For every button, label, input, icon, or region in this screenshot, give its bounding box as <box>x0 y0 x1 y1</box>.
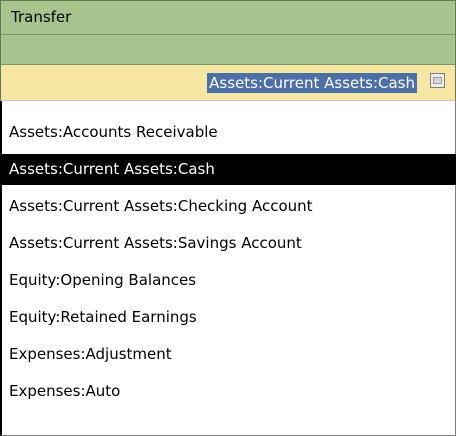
combo-dropdown-icon <box>433 77 442 84</box>
transfer-column-header: Transfer <box>0 0 456 35</box>
account-list-item-checking-account[interactable]: Assets:Current Assets:Checking Account <box>2 191 456 222</box>
transfer-register-fragment: Transfer Assets:Current Assets:Cash Asse… <box>0 0 456 436</box>
account-list-item-opening-balances[interactable]: Equity:Opening Balances <box>2 265 456 296</box>
account-list-item-adjustment[interactable]: Expenses:Adjustment <box>2 339 456 370</box>
account-list-item-auto[interactable]: Expenses:Auto <box>2 376 456 407</box>
account-list-item-savings-account[interactable]: Assets:Current Assets:Savings Account <box>2 228 456 259</box>
account-list-item-retained-earnings[interactable]: Equity:Retained Earnings <box>2 302 456 333</box>
transfer-account-value[interactable]: Assets:Current Assets:Cash <box>207 73 417 93</box>
account-list-item-accounts-receivable[interactable]: Assets:Accounts Receivable <box>2 117 456 148</box>
account-list-item-current-assets-cash[interactable]: Assets:Current Assets:Cash <box>2 154 456 185</box>
transfer-account-dropdown-list[interactable]: Assets:Accounts Receivable Assets:Curren… <box>0 101 456 436</box>
register-header-blank-row <box>0 35 456 65</box>
transfer-account-combo-cell[interactable]: Assets:Current Assets:Cash <box>0 65 456 101</box>
combo-dropdown-button[interactable] <box>430 73 445 88</box>
transfer-header-label: Transfer <box>11 8 72 26</box>
